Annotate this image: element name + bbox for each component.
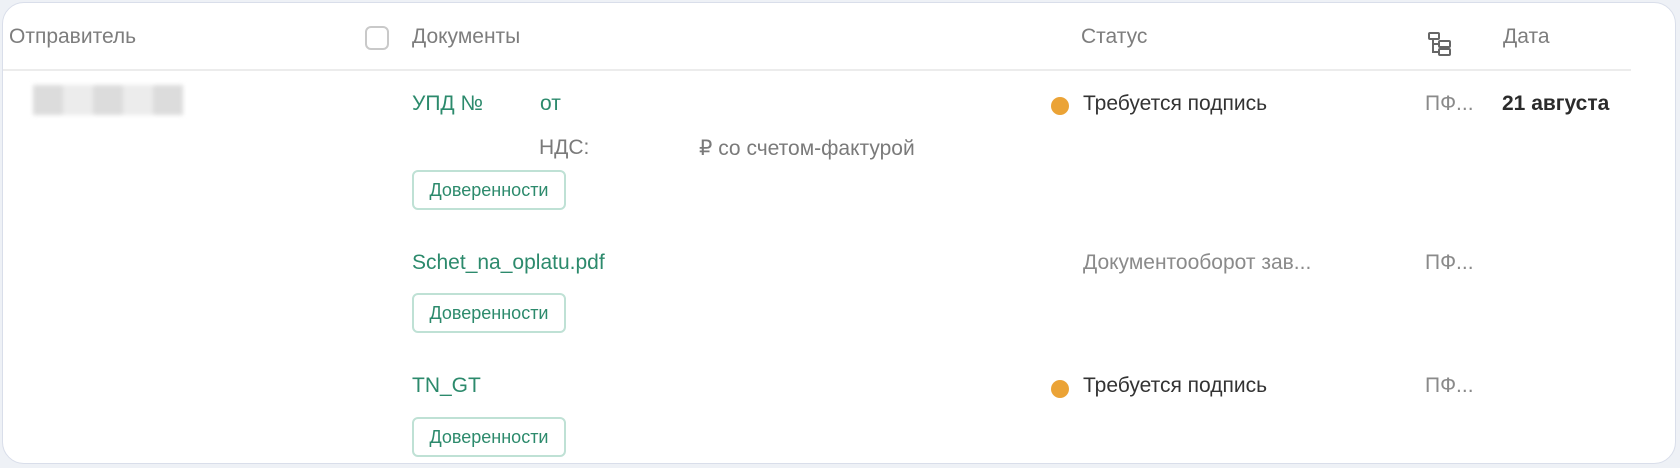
header-divider [3,69,1631,71]
document-link[interactable]: Schet_na_oplatu.pdf [412,251,605,275]
column-header-sender[interactable]: Отправитель [9,25,136,49]
sender-name-redacted [33,85,183,115]
pf-cell: ПФ... [1425,92,1474,115]
vat-label: НДС: [539,136,590,159]
column-header-status[interactable]: Статус [1081,25,1147,49]
column-header-documents[interactable]: Документы [412,25,520,49]
document-date-prefix[interactable]: от [540,92,561,116]
document-link[interactable]: TN_GT [412,374,481,398]
select-all-checkbox[interactable] [365,26,389,50]
powers-of-attorney-button[interactable]: Доверенности [412,417,566,457]
vat-suffix: ₽ со счетом-фактурой [699,137,915,160]
documents-table: Отправитель Документы Статус Дата УПД № … [2,2,1676,464]
pf-cell: ПФ... [1425,374,1474,397]
date-cell: 21 августа [1502,92,1610,115]
pf-cell: ПФ... [1425,251,1474,274]
status-text: Требуется подпись [1083,92,1268,115]
tree-structure-icon[interactable] [1427,31,1453,57]
powers-of-attorney-button[interactable]: Доверенности [412,170,566,210]
status-text: Требуется подпись [1083,374,1268,397]
column-header-date[interactable]: Дата [1503,25,1550,49]
status-dot-icon [1051,380,1069,398]
status-text: Документооборот зав... [1083,251,1312,274]
document-link[interactable]: УПД № [412,92,483,116]
status-dot-icon [1051,97,1069,115]
powers-of-attorney-button[interactable]: Доверенности [412,293,566,333]
